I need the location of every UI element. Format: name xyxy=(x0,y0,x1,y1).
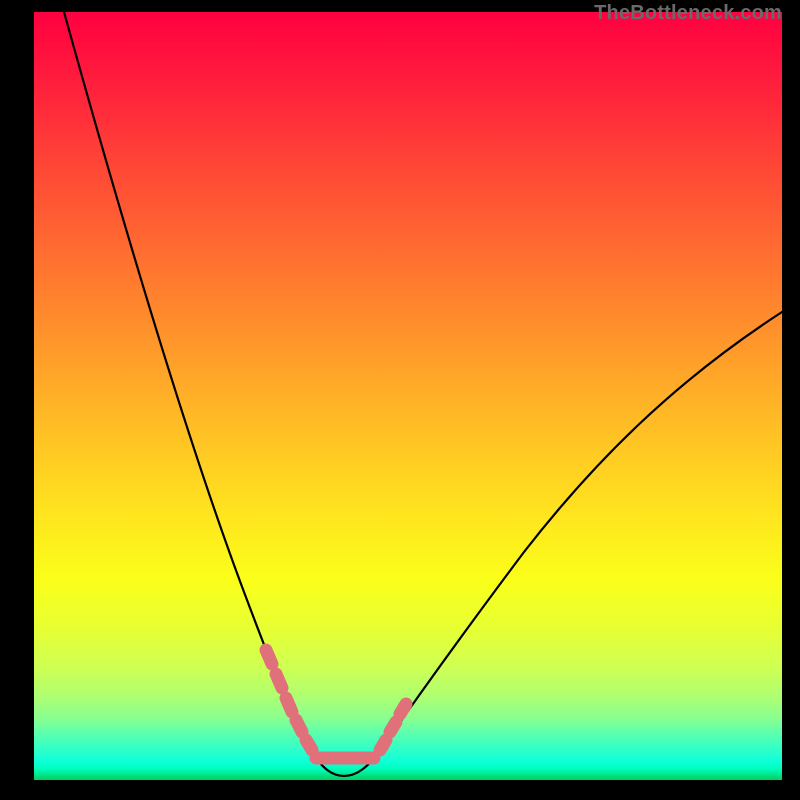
highlight-left-descent xyxy=(266,650,312,750)
chart-frame: TheBottleneck.com xyxy=(0,0,800,800)
curve-path xyxy=(64,12,782,776)
highlight-right-ascent xyxy=(380,704,406,750)
bottleneck-curve xyxy=(34,12,782,780)
